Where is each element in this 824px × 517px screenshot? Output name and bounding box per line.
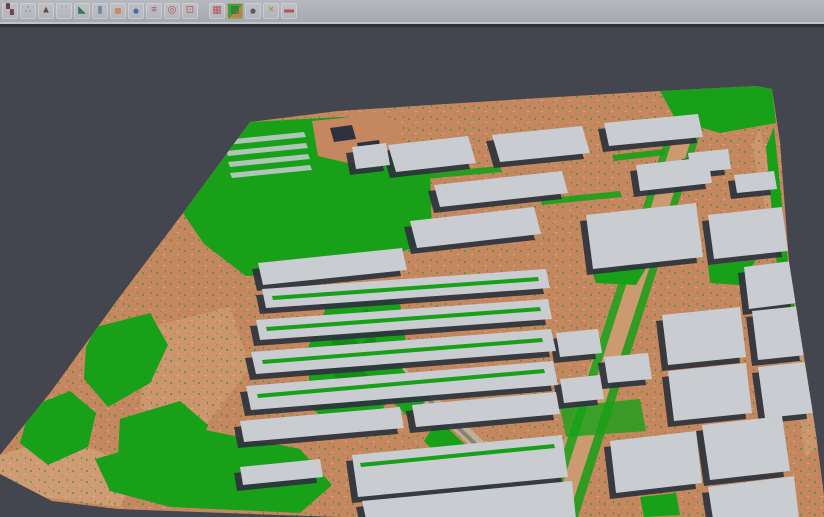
toolbar-group-secondary: ▦ ▩ ● × ▬ bbox=[208, 3, 298, 19]
list-bars-button[interactable]: ≡ bbox=[146, 3, 162, 19]
terrain-mesh bbox=[0, 27, 824, 517]
sphere-icon: ● bbox=[249, 5, 256, 17]
bars-red-button[interactable]: ▬ bbox=[281, 3, 297, 19]
bars-red-icon: ▬ bbox=[284, 6, 294, 16]
sphere-button[interactable]: ● bbox=[245, 3, 261, 19]
toolbar: ▚ ∴ ▲ ∷ ◣ ▮ ■ ● ≡ ◎ ⊡ ▦ ▩ ● × ▬ bbox=[0, 0, 824, 24]
points-pink-button[interactable]: ∷ bbox=[56, 3, 72, 19]
grid-icon: ▦ bbox=[212, 6, 221, 16]
application-window: ▚ ∴ ▲ ∷ ◣ ▮ ■ ● ≡ ◎ ⊡ ▦ ▩ ● × ▬ bbox=[0, 0, 824, 517]
cloud-maroon-button[interactable]: ▚ bbox=[2, 3, 18, 19]
target-button[interactable]: ◎ bbox=[164, 3, 180, 19]
cut-icon: × bbox=[268, 6, 274, 16]
hill-surface-icon: ◣ bbox=[78, 6, 86, 16]
toolbar-group-main: ▚ ∴ ▲ ∷ ◣ ▮ ■ ● ≡ ◎ ⊡ bbox=[1, 3, 199, 19]
profile-view-button[interactable]: ▮ bbox=[92, 3, 108, 19]
classification-icon: ▩ bbox=[230, 6, 239, 16]
terrain-button[interactable]: ▲ bbox=[38, 3, 54, 19]
cut-button[interactable]: × bbox=[263, 3, 279, 19]
viewport-3d[interactable] bbox=[0, 24, 824, 517]
cloud-maroon-icon: ▚ bbox=[6, 6, 14, 16]
terrain-icon: ▲ bbox=[41, 6, 51, 16]
profile-view-icon: ▮ bbox=[97, 6, 103, 16]
classification-button[interactable]: ▩ bbox=[227, 3, 243, 19]
target-icon: ◎ bbox=[168, 6, 177, 16]
select-region-button[interactable]: ⊡ bbox=[182, 3, 198, 19]
hill-surface-button[interactable]: ◣ bbox=[74, 3, 90, 19]
grid-button[interactable]: ▦ bbox=[209, 3, 225, 19]
points-pink-icon: ∷ bbox=[61, 6, 67, 16]
colored-points-button[interactable]: ∴ bbox=[20, 3, 36, 19]
ortho-image-icon: ■ bbox=[114, 5, 121, 17]
globe-3d-icon: ● bbox=[132, 5, 139, 17]
point-cloud-scene bbox=[0, 27, 824, 517]
select-region-icon: ⊡ bbox=[186, 6, 194, 16]
ortho-image-button[interactable]: ■ bbox=[110, 3, 126, 19]
colored-points-icon: ∴ bbox=[25, 6, 31, 16]
list-bars-icon: ≡ bbox=[151, 6, 157, 16]
globe-3d-button[interactable]: ● bbox=[128, 3, 144, 19]
